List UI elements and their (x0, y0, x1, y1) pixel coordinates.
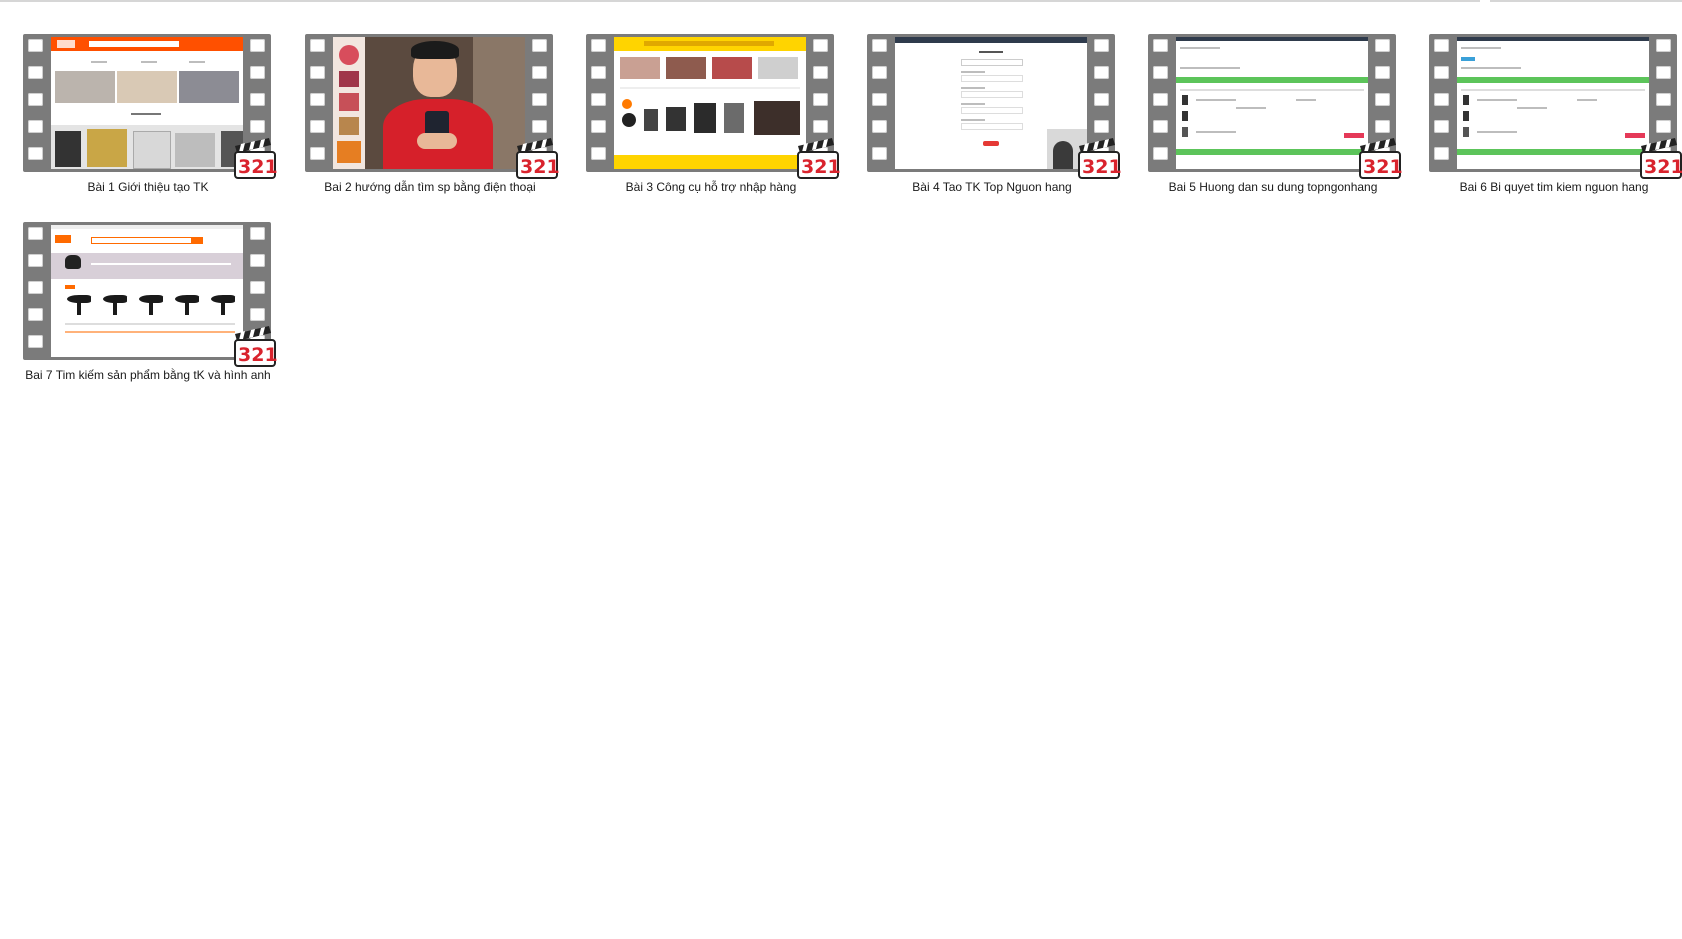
file-name-label: Bai 5 Huong dan su dung topngonhang (1168, 180, 1378, 194)
file-name-label: Bai 6 Bi quyet tim kiem nguon hang (1459, 180, 1649, 194)
window-top-divider-right (1490, 0, 1682, 2)
video-file-item[interactable]: 321 Bai 6 Bi quyet tim kiem nguon hang (1426, 34, 1682, 210)
thumbnail-screen (1457, 37, 1649, 169)
film-strip-icon (310, 39, 326, 167)
media-player-classic-321-icon: 321 (1078, 138, 1121, 179)
file-name-label: Bai 2 hướng dẫn tìm sp bằng điện thoại (324, 180, 536, 194)
thumbnail-screen (51, 225, 243, 357)
film-strip-icon (28, 39, 44, 167)
film-strip-icon (1434, 39, 1450, 167)
video-thumbnail: 321 (1429, 34, 1682, 179)
svg-text:321: 321 (1082, 156, 1121, 178)
video-file-item[interactable]: 321 Bài 1 Giới thiệu tạo TK (20, 34, 282, 210)
thumbnail-screen (51, 37, 243, 169)
thumbnail-screen (333, 37, 525, 169)
film-strip-icon (872, 39, 888, 167)
thumbnail-screen (895, 37, 1087, 169)
media-player-classic-321-icon: 321 (1359, 138, 1402, 179)
film-strip-icon (28, 227, 44, 355)
file-name-label: Bài 1 Giới thiệu tạo TK (87, 180, 209, 194)
video-thumbnail: 321 (1148, 34, 1402, 179)
video-thumbnail: 321 (867, 34, 1121, 179)
video-file-item[interactable]: 321 Bai 5 Huong dan su dung topngonhang (1145, 34, 1407, 210)
video-file-item[interactable]: 321 Bài 4 Tao TK Top Nguon hang (864, 34, 1126, 210)
svg-text:321: 321 (238, 344, 277, 366)
svg-text:321: 321 (1644, 156, 1682, 178)
media-player-classic-321-icon: 321 (516, 138, 559, 179)
svg-text:321: 321 (238, 156, 277, 178)
file-name-label: Bài 3 Công cụ hỗ trợ nhập hàng (625, 180, 797, 194)
media-player-classic-321-icon: 321 (234, 138, 277, 179)
svg-text:321: 321 (1363, 156, 1402, 178)
thumbnail-screen (614, 37, 806, 169)
film-strip-icon (591, 39, 607, 167)
file-name-label: Bai 7 Tim kiếm sản phẩm bằng tK và hình … (25, 368, 271, 382)
window-top-divider (0, 0, 1480, 2)
film-strip-icon (1153, 39, 1169, 167)
video-file-item[interactable]: 321 Bai 2 hướng dẫn tìm sp bằng điện tho… (302, 34, 564, 210)
svg-text:321: 321 (520, 156, 559, 178)
file-name-label: Bài 4 Tao TK Top Nguon hang (912, 180, 1072, 194)
media-player-classic-321-icon: 321 (234, 326, 277, 367)
media-player-classic-321-icon: 321 (1640, 138, 1682, 179)
svg-text:321: 321 (801, 156, 840, 178)
video-file-item[interactable]: 321 Bai 7 Tim kiếm sản phẩm bằng tK và h… (20, 222, 282, 398)
media-player-classic-321-icon: 321 (797, 138, 840, 179)
video-thumbnail: 321 (305, 34, 559, 179)
video-thumbnail: 321 (586, 34, 840, 179)
video-file-item[interactable]: 321 Bài 3 Công cụ hỗ trợ nhập hàng (583, 34, 845, 210)
video-thumbnail: 321 (23, 222, 277, 367)
video-thumbnail: 321 (23, 34, 277, 179)
thumbnail-screen (1176, 37, 1368, 169)
